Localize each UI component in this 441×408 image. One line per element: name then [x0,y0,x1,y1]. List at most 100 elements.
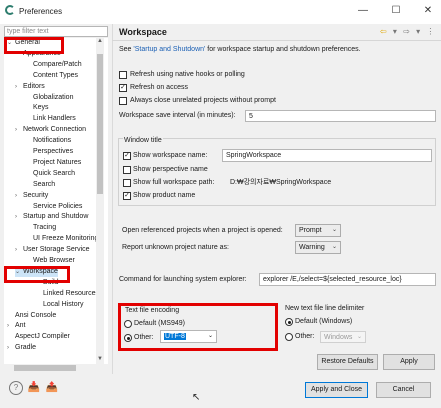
menu-icon[interactable]: ⋮ [426,27,436,36]
title-bar: Preferences — ☐ ✕ [0,0,441,24]
tree-item[interactable]: Project Natures [25,158,81,168]
refresh-native-label: Refresh using native hooks or polling [130,71,245,78]
delimiter-group-label: New text file line delimiter [285,305,365,312]
workspace-name-input[interactable]: SpringWorkspace [222,149,432,162]
tree-item[interactable]: Link Handlers [25,114,76,124]
explorer-command-label: Command for launching system explorer: [119,276,247,283]
tree-item[interactable]: › Editors [15,82,45,92]
tree-item-label: Startup and Shutdow [23,213,89,221]
tree-item[interactable]: Ansi Console [7,311,56,321]
chevron-right-icon[interactable]: › [7,343,15,353]
delimiter-other-radio[interactable] [285,333,293,341]
tree-item[interactable]: › Gradle [7,343,36,353]
restore-defaults-button[interactable]: Restore Defaults [317,354,378,370]
refresh-access-label: Refresh on access [130,84,188,91]
cancel-button[interactable]: Cancel [376,382,431,398]
tree-item-label: User Storage Service [23,246,90,254]
save-interval-input[interactable]: 5 [245,110,436,122]
tree-item-label: Editors [23,82,45,90]
tree-item[interactable]: › Security [15,191,48,201]
save-interval-label: Workspace save interval (in minutes): [119,112,236,119]
tree-item[interactable]: Notifications [25,136,71,146]
tree-item-label: Network Connection [23,126,87,134]
chevron-right-icon[interactable]: › [15,82,23,92]
tree-item[interactable]: Search [25,180,55,190]
tree-item[interactable]: › Ant [7,321,26,331]
tree-item[interactable]: Local History [35,300,83,310]
delimiter-default-label: Default (Windows) [295,318,353,325]
page-title: Workspace [119,27,167,37]
open-referenced-select[interactable]: Prompt ⌄ [295,224,341,237]
always-close-checkbox[interactable] [119,97,127,105]
chevron-right-icon[interactable]: › [15,245,23,255]
import-icon[interactable]: 📥 [27,381,41,395]
always-close-label: Always close unrelated projects without … [130,97,276,104]
tree-item[interactable]: Linked Resources [35,289,99,299]
delimiter-other-label: Other: [295,333,315,340]
chevron-right-icon[interactable]: › [15,212,23,222]
close-button[interactable]: ✕ [417,3,439,19]
tree-item[interactable]: Perspectives [25,147,73,157]
show-product-checkbox[interactable]: ✓ [123,192,131,200]
back-icon[interactable]: ⇦ [380,27,389,36]
chevron-right-icon[interactable]: › [7,321,15,331]
tree-item-label: Quick Search [33,169,76,177]
help-icon[interactable]: ? [9,381,23,395]
highlight-encoding [118,303,278,351]
window-title: Preferences [19,7,63,16]
tree-item-label: Link Handlers [33,115,76,123]
scrollbar-thumb[interactable] [14,365,76,371]
tree-item[interactable]: Web Browser [25,256,75,266]
refresh-native-checkbox[interactable] [119,71,127,79]
tree-item-label: AspectJ Compiler [15,333,70,341]
scrollbar-thumb[interactable] [97,54,103,194]
tree-item-label: Tracing [33,224,57,232]
tree-item-label: Linked Resources [43,289,100,297]
show-perspective-checkbox[interactable] [123,166,131,174]
filter-input[interactable]: type filter text [4,26,108,37]
tree-item[interactable]: Service Policies [25,202,82,212]
refresh-access-checkbox[interactable]: ✓ [119,84,127,92]
tree-item[interactable]: Tracing [25,223,56,233]
explorer-command-input[interactable]: explorer /E,/select=${selected_resource_… [259,273,436,286]
maximize-button[interactable]: ☐ [385,3,407,19]
chevron-right-icon[interactable]: › [15,125,23,135]
tree-item[interactable]: Quick Search [25,169,75,179]
chevron-right-icon[interactable]: › [15,191,23,201]
title-separator [112,40,441,41]
tree-horizontal-scrollbar[interactable] [4,364,108,372]
show-workspace-name-checkbox[interactable]: ✓ [123,152,131,160]
tree-vertical-scrollbar[interactable]: ▲ ▼ [96,38,104,364]
tree-item[interactable]: UI Freeze Monitoring [25,234,98,244]
delimiter-other-select: Windows ⌄ [320,331,366,343]
tree-item[interactable]: AspectJ Compiler [7,332,70,342]
tree-item-label: Gradle [15,344,37,352]
show-full-path-checkbox[interactable] [123,179,131,187]
tree-item[interactable]: › User Storage Service [15,245,90,255]
preferences-window: Preferences — ☐ ✕ type filter text ⌄ Gene… [0,0,441,408]
mouse-cursor-icon: ↖ [192,392,201,403]
export-icon[interactable]: 📤 [45,381,59,395]
apply-and-close-button[interactable]: Apply and Close [305,382,368,398]
report-unknown-select[interactable]: Warning ⌄ [295,241,341,254]
tree-item[interactable]: Content Types [25,71,78,81]
open-referenced-label: Open referenced projects when a project … [122,227,283,234]
tree-item[interactable]: › Network Connection [15,125,86,135]
scroll-down-icon[interactable]: ▼ [96,356,104,362]
tree-item[interactable]: Keys [25,103,49,113]
startup-shutdown-link[interactable]: 'Startup and Shutdown' [133,46,205,53]
eclipse-app-icon [5,5,15,15]
tree-item[interactable]: Compare/Patch [25,60,82,70]
minimize-button[interactable]: — [352,3,374,19]
report-unknown-label: Report unknown project nature as: [122,244,230,251]
intro-text: See 'Startup and Shutdown' for workspace… [119,46,361,53]
scroll-up-icon[interactable]: ▲ [96,38,104,44]
forward-icon[interactable]: ⇨ [403,27,412,36]
tree-item-label: Web Browser [33,257,75,264]
tree-item[interactable]: Globalization [25,93,73,103]
page-nav-icons[interactable]: ⇦ ▾ ⇨ ▾ ⋮ [380,27,436,36]
tree-item[interactable]: › Startup and Shutdow [15,212,88,222]
apply-button[interactable]: Apply [383,354,435,370]
show-full-path-label: Show full workspace path: [133,179,215,186]
delimiter-default-radio[interactable] [285,318,293,326]
